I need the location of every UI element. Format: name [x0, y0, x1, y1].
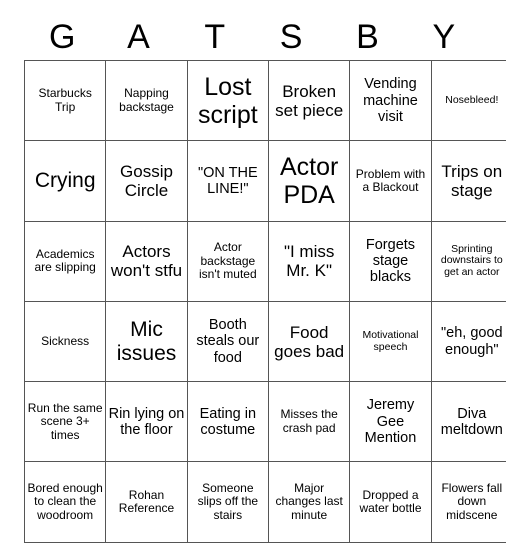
bingo-cell[interactable]: Broken set piece — [267, 59, 351, 142]
bingo-cell-label: Vending machine visit — [363, 76, 418, 125]
bingo-cell-label: Broken set piece — [275, 81, 344, 120]
bingo-cell-label: Forgets stage blacks — [365, 236, 416, 286]
header-letter-g: G — [48, 18, 76, 56]
bingo-cell[interactable]: "eh, good enough" — [430, 300, 506, 383]
bingo-cell[interactable]: Nosebleed! — [430, 59, 506, 142]
bingo-cell[interactable]: Actor backstage isn't muted — [186, 220, 269, 302]
bingo-cell-label: Booth steals our food — [196, 317, 260, 366]
bingo-cell[interactable]: Booth steals our food — [186, 300, 269, 383]
bingo-cell[interactable]: Vending machine visit — [349, 59, 432, 142]
bingo-cell-label: Academics are slipping — [34, 246, 96, 275]
bingo-row: Run the same scene 3+ times Rin lying on… — [23, 381, 506, 463]
bingo-cell[interactable]: Academics are slipping — [23, 220, 107, 302]
bingo-cell-label: Major changes last minute — [275, 480, 343, 522]
bingo-cell[interactable]: Napping backstage — [105, 59, 188, 142]
bingo-cell-label: "eh, good enough" — [441, 325, 503, 358]
bingo-row: Academics are slipping Actors won't stfu… — [23, 220, 506, 302]
bingo-card: G A T S B Y Starbucks Trip Napping backs… — [23, 14, 506, 543]
bingo-grid: Starbucks Trip Napping backstage Lost sc… — [23, 59, 506, 543]
bingo-cell[interactable]: Starbucks Trip — [23, 59, 107, 142]
header-letter-s: S — [279, 18, 303, 56]
bingo-cell[interactable]: Actors won't stfu — [105, 220, 188, 302]
bingo-cell[interactable]: Sprinting downstairs to get an actor — [430, 220, 506, 302]
bingo-cell[interactable]: Sickness — [23, 300, 107, 383]
bingo-cell-label: Dropped a water bottle — [359, 487, 422, 516]
bingo-cell-label: Napping backstage — [119, 86, 174, 114]
bingo-cell-label: Sickness — [41, 333, 90, 348]
bingo-cell[interactable]: Rohan Reference — [105, 461, 188, 543]
bingo-cell[interactable]: Someone slips off the stairs — [186, 461, 269, 543]
bingo-cell[interactable]: "ON THE LINE!" — [186, 140, 269, 222]
bingo-cell[interactable]: Bored enough to clean the woodroom — [23, 461, 107, 543]
bingo-cell-label: Mic issues — [116, 318, 177, 365]
bingo-row: Bored enough to clean the woodroom Rohan… — [23, 461, 506, 543]
bingo-cell-label: Actor backstage isn't muted — [198, 240, 257, 281]
bingo-cell-label: "I miss Mr. K" — [283, 242, 335, 281]
bingo-cell-label: Flowers fall down midscene — [441, 480, 503, 522]
bingo-cell-label: Eating in costume — [199, 405, 257, 438]
header-letter-y: Y — [432, 18, 456, 56]
bingo-cell-label: Bored enough to clean the woodroom — [27, 480, 103, 522]
header-letter-t: T — [204, 18, 226, 56]
bingo-cell[interactable]: Flowers fall down midscene — [430, 461, 506, 543]
bingo-cell-label: Rin lying on the floor — [108, 405, 185, 438]
bingo-cell[interactable]: Eating in costume — [186, 381, 269, 463]
bingo-row: Crying Gossip Circle "ON THE LINE!" Acto… — [23, 140, 506, 222]
bingo-cell-label: Food goes bad — [274, 322, 345, 361]
bingo-cell[interactable]: Forgets stage blacks — [349, 220, 432, 302]
bingo-cell-label: Trips on stage — [441, 161, 503, 200]
bingo-cell-label: Jeremy Gee Mention — [364, 397, 417, 446]
bingo-cell[interactable]: Jeremy Gee Mention — [349, 381, 432, 463]
bingo-cell-label: Starbucks Trip — [38, 86, 92, 114]
bingo-cell-label: Nosebleed! — [445, 93, 499, 106]
bingo-cell[interactable]: Trips on stage — [430, 140, 506, 222]
bingo-cell-label: Run the same scene 3+ times — [27, 400, 103, 442]
bingo-cell[interactable]: Actor PDA — [267, 140, 351, 222]
bingo-cell[interactable]: Diva meltdown — [430, 381, 506, 463]
bingo-cell-label: Problem with a Blackout — [355, 166, 426, 194]
bingo-cell-label: Someone slips off the stairs — [197, 480, 259, 522]
bingo-cell[interactable]: Motivational speech — [349, 300, 432, 383]
bingo-cell[interactable]: Major changes last minute — [267, 461, 351, 543]
bingo-row: Starbucks Trip Napping backstage Lost sc… — [23, 59, 506, 142]
bingo-cell[interactable]: Crying — [23, 140, 107, 222]
header-letter-a: A — [127, 18, 150, 56]
bingo-cell[interactable]: Dropped a water bottle — [349, 461, 432, 543]
bingo-header: G A T S B Y — [24, 14, 482, 60]
bingo-cell-label: Sprinting downstairs to get an actor — [440, 242, 503, 279]
bingo-cell[interactable]: Misses the crash pad — [267, 381, 351, 463]
bingo-cell-label: Gossip Circle — [120, 161, 173, 200]
bingo-cell-label: Lost script — [197, 72, 258, 129]
bingo-cell-label: Misses the crash pad — [280, 407, 338, 435]
bingo-cell[interactable]: Mic issues — [105, 300, 188, 383]
bingo-cell[interactable]: Lost script — [186, 59, 269, 142]
bingo-row: Sickness Mic issues Booth steals our foo… — [23, 300, 506, 383]
bingo-cell-label: Motivational speech — [362, 328, 419, 353]
bingo-cell-label: Actors won't stfu — [110, 242, 183, 281]
bingo-cell-label: "ON THE LINE!" — [197, 164, 258, 197]
bingo-cell-label: Crying — [34, 169, 96, 193]
header-letter-b: B — [356, 18, 379, 56]
bingo-cell[interactable]: Rin lying on the floor — [105, 381, 188, 463]
bingo-cell[interactable]: Run the same scene 3+ times — [23, 381, 107, 463]
bingo-cell[interactable]: Food goes bad — [267, 300, 351, 383]
bingo-cell-label: Actor PDA — [279, 152, 339, 209]
bingo-cell[interactable]: Gossip Circle — [105, 140, 188, 222]
bingo-cell-label: Diva meltdown — [440, 405, 503, 438]
bingo-cell[interactable]: "I miss Mr. K" — [267, 220, 351, 302]
bingo-cell[interactable]: Problem with a Blackout — [349, 140, 432, 222]
bingo-cell-label: Rohan Reference — [118, 487, 175, 516]
